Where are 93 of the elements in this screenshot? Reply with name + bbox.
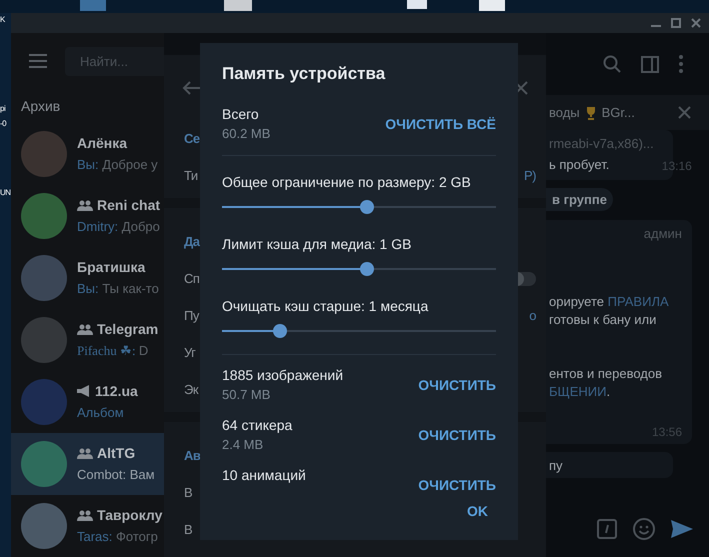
setting-value: Р)	[524, 166, 536, 185]
message-text: ентов и переводов	[549, 365, 663, 383]
chat-preview: Combot: Вам	[77, 466, 155, 484]
chat-row[interactable]: Тавроклу Taras: Фотогр	[11, 495, 164, 557]
setting-label[interactable]: Уг	[184, 342, 196, 362]
clear-all-button[interactable]: ОЧИСТИТЬ ВСЁ	[385, 114, 496, 134]
more-icon[interactable]	[679, 55, 683, 73]
setting-label[interactable]: Сп	[184, 268, 200, 288]
setting-label[interactable]: В	[184, 520, 192, 540]
chat-preview: Dmitry: Добро	[77, 218, 160, 236]
folder-title: Архив	[21, 96, 60, 116]
chat-preview: Альбом	[77, 404, 125, 422]
avatar-image	[21, 503, 67, 549]
message-text: орируете ПРАВИЛА	[549, 293, 670, 311]
chat-name: Reni chat	[97, 196, 160, 214]
section-title: Да	[184, 232, 200, 251]
slider-thumb[interactable]	[360, 262, 374, 276]
group-icon	[77, 200, 93, 210]
desktop-label[interactable]: K	[0, 13, 11, 27]
message-text: пу	[549, 457, 564, 475]
avatar-image	[21, 255, 67, 301]
desktop-label[interactable]: -0	[0, 117, 11, 131]
pinned-title: BGr...	[602, 104, 635, 122]
dialog-title: Память устройства	[222, 63, 386, 85]
message-text: rmeabi-v7a,x86)...	[549, 135, 654, 153]
chat-name: Telegram	[97, 320, 158, 339]
total-size: 60.2 MB	[222, 125, 270, 143]
panel-icon[interactable]	[641, 56, 659, 72]
avatar-image	[21, 441, 67, 487]
chat-name: Тавроклу	[97, 506, 162, 525]
slider-label: Очищать кэш старше: 1 месяца	[222, 297, 430, 316]
chat-name: 112.ua	[95, 382, 138, 400]
menu-icon[interactable]	[29, 54, 47, 68]
setting-label[interactable]: Эк	[184, 380, 198, 400]
chat-row[interactable]: Алёнка Вы: Доброе у	[11, 123, 164, 185]
pinned-text: воды	[549, 104, 580, 122]
clear-button[interactable]: ОЧИСТИТЬ	[418, 425, 496, 446]
chat-name: Братишка	[77, 258, 146, 277]
desktop-label[interactable]: рі	[0, 102, 11, 116]
avatar-image	[21, 193, 67, 239]
message-text: готовы к бану или	[549, 311, 658, 329]
clear-button[interactable]: ОЧИСТИТЬ	[418, 375, 496, 396]
setting-label[interactable]: Ти	[184, 166, 198, 186]
group-icon	[77, 510, 93, 520]
chat-row[interactable]: Братишка Вы: Ты как-то	[11, 247, 164, 309]
chat-preview: Вы: Ты как-то	[77, 280, 159, 298]
avatar-image	[21, 131, 67, 177]
chat-row[interactable]: Telegram Pifachu ☘: D	[11, 309, 164, 371]
slider-label: Лимит кэша для медиа: 1 GB	[222, 235, 412, 254]
clear-button[interactable]: ОЧИСТИТЬ	[418, 475, 496, 496]
commands-icon[interactable]	[597, 518, 617, 538]
maximize-icon[interactable]	[671, 18, 681, 28]
close-icon[interactable]	[678, 106, 691, 119]
close-icon[interactable]	[691, 18, 701, 28]
chat-preview: Вы: Доброе у	[77, 156, 158, 174]
admin-label: админ	[644, 225, 682, 243]
cache-item-size: 2.4 MB	[222, 436, 264, 454]
desktop-label[interactable]: UN	[0, 186, 11, 200]
section-title: Ав	[184, 446, 200, 465]
slider-label: Общее ограничение по размеру: 2 GB	[222, 173, 472, 192]
total-label: Всего	[222, 105, 260, 124]
send-icon[interactable]	[671, 520, 693, 538]
search-icon[interactable]	[603, 55, 621, 73]
chat-preview: Pifachu ☘: D	[77, 342, 150, 360]
slider-thumb[interactable]	[272, 324, 287, 338]
slider-thumb[interactable]	[360, 200, 374, 214]
chat-row[interactable]: 112.ua Альбом	[11, 371, 164, 433]
chat-row[interactable]: Reni chat Dmitry: Добро	[11, 185, 164, 247]
service-message: в группе	[546, 188, 613, 211]
section-title: Се	[184, 130, 200, 148]
chat-name: Алёнка	[77, 134, 128, 152]
back-arrow-icon[interactable]	[182, 80, 200, 94]
chat-preview: Taras: Фотогр	[77, 528, 159, 546]
chat-name: AltTG	[97, 444, 136, 462]
message-text: ь пробует.	[549, 156, 610, 174]
message-text: БЩЕНИИ.	[549, 383, 612, 401]
message-time: 13:16	[662, 158, 692, 175]
setting-label[interactable]: Пу	[184, 306, 199, 326]
cache-item-label: 1885 изображений	[222, 366, 344, 385]
emoji-icon[interactable]	[633, 518, 655, 540]
avatar-image	[21, 379, 67, 425]
setting-label[interactable]: В	[184, 482, 192, 502]
chat-row-selected[interactable]: AltTG Combot: Вам	[11, 433, 164, 495]
ok-button[interactable]: OK	[459, 498, 496, 524]
group-icon	[77, 448, 93, 458]
megaphone-icon	[77, 385, 91, 397]
cache-item-size: 50.7 MB	[222, 386, 272, 404]
group-icon	[77, 324, 93, 334]
pinned-bar[interactable]: воды BGr...	[546, 95, 709, 130]
cache-item-label: 10 анимаций	[222, 466, 306, 485]
avatar-image	[21, 317, 67, 363]
setting-value: о	[529, 306, 536, 325]
cache-item-label: 64 стикера	[222, 416, 292, 435]
